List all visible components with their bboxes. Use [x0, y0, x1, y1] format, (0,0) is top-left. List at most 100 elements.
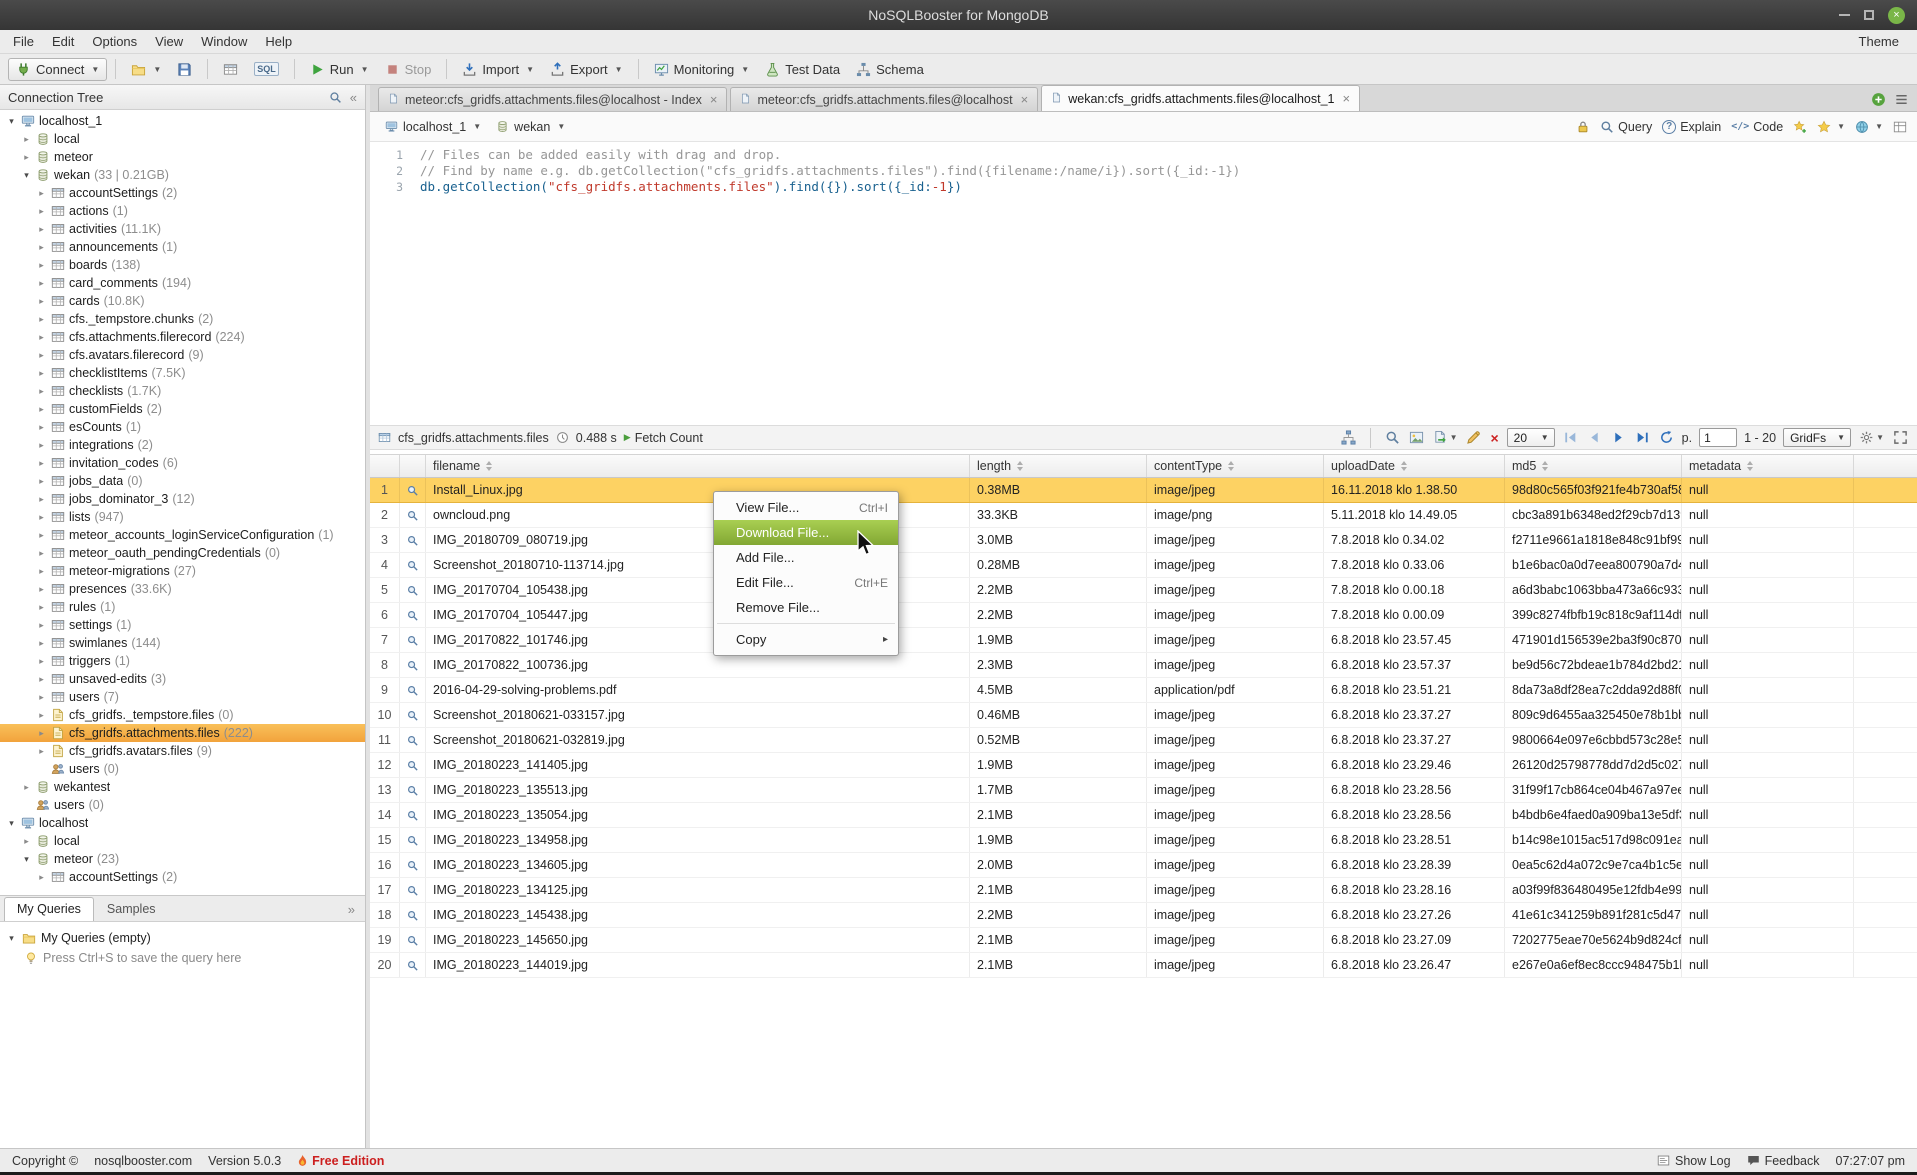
preview-file-icon[interactable] — [400, 503, 426, 527]
save-button[interactable] — [170, 59, 199, 80]
tree-item-local[interactable]: ▸ local — [0, 130, 365, 148]
expander-icon[interactable]: ▸ — [36, 242, 47, 253]
fetch-count-button[interactable]: ▶ Fetch Count — [624, 431, 703, 445]
edit-document-button[interactable] — [1465, 429, 1482, 446]
tree-item-triggers[interactable]: ▸ triggers (1) — [0, 652, 365, 670]
tree-item-activities[interactable]: ▸ activities (11.1K) — [0, 220, 365, 238]
preview-file-icon[interactable] — [400, 878, 426, 902]
table-row[interactable]: 19 IMG_20180223_145650.jpg 2.1MB image/j… — [370, 928, 1917, 953]
tree-item-cfs-gridfs-attachments-files[interactable]: ▸ cfs_gridfs.attachments.files (222) — [0, 724, 365, 742]
sql-button[interactable]: SQL — [247, 59, 286, 79]
favorites-button[interactable]: ▼ — [1817, 120, 1845, 134]
export-results-button[interactable]: ▼ — [1432, 429, 1459, 446]
preview-file-icon[interactable] — [400, 928, 426, 952]
my-queries-root[interactable]: ▾ My Queries (empty) — [6, 928, 365, 948]
test-data-button[interactable]: Test Data — [758, 59, 847, 80]
first-page-button[interactable] — [1562, 429, 1579, 446]
monitoring-button[interactable]: Monitoring ▼ — [647, 59, 757, 80]
context-menu-item-edit-file[interactable]: Edit File... Ctrl+E — [714, 570, 898, 595]
close-tab-icon[interactable]: × — [710, 92, 718, 107]
tree-item-actions[interactable]: ▸ actions (1) — [0, 202, 365, 220]
column-header-filename[interactable]: filename — [426, 455, 970, 477]
expander-icon[interactable]: ▸ — [36, 296, 47, 307]
last-page-button[interactable] — [1634, 429, 1651, 446]
table-row[interactable]: 9 2016-04-29-solving-problems.pdf 4.5MB … — [370, 678, 1917, 703]
expander-icon[interactable]: ▾ — [6, 818, 17, 829]
new-tab-icon[interactable] — [1871, 92, 1886, 107]
stop-button[interactable]: Stop — [378, 59, 439, 80]
expander-icon[interactable]: ▾ — [21, 854, 32, 865]
sidebar-tab-samples[interactable]: Samples — [94, 897, 169, 921]
column-header-contenttype[interactable]: contentType — [1147, 455, 1324, 477]
expander-icon[interactable]: ▸ — [36, 674, 47, 685]
aggregate-button[interactable] — [1340, 429, 1357, 446]
prev-page-button[interactable] — [1586, 429, 1603, 446]
table-row[interactable]: 14 IMG_20180223_135054.jpg 2.1MB image/j… — [370, 803, 1917, 828]
tree-item-unsaved-edits[interactable]: ▸ unsaved-edits (3) — [0, 670, 365, 688]
menu-view[interactable]: View — [146, 30, 192, 53]
table-row[interactable]: 4 Screenshot_20180710-113714.jpg 0.28MB … — [370, 553, 1917, 578]
tree-item-localhost-1[interactable]: ▾ localhost_1 — [0, 112, 365, 130]
table-row[interactable]: 16 IMG_20180223_134605.jpg 2.0MB image/j… — [370, 853, 1917, 878]
view-mode-select[interactable]: GridFs ▼ — [1783, 428, 1851, 447]
page-number-input[interactable] — [1699, 428, 1737, 447]
run-button[interactable]: Run ▼ — [303, 59, 376, 80]
table-row[interactable]: 1 Install_Linux.jpg 0.38MB image/jpeg 16… — [370, 478, 1917, 503]
preview-file-icon[interactable] — [400, 628, 426, 652]
preview-file-icon[interactable] — [400, 478, 426, 502]
expander-icon[interactable]: ▸ — [36, 872, 47, 883]
expander-icon[interactable]: ▸ — [36, 656, 47, 667]
tree-item-presences[interactable]: ▸ presences (33.6K) — [0, 580, 365, 598]
expander-icon[interactable]: ▸ — [36, 620, 47, 631]
tree-item-swimlanes[interactable]: ▸ swimlanes (144) — [0, 634, 365, 652]
expander-icon[interactable]: ▸ — [36, 350, 47, 361]
tree-item-integrations[interactable]: ▸ integrations (2) — [0, 436, 365, 454]
expander-icon[interactable]: ▸ — [36, 314, 47, 325]
menu-options[interactable]: Options — [83, 30, 146, 53]
expander-icon[interactable]: ▸ — [36, 566, 47, 577]
menu-edit[interactable]: Edit — [43, 30, 83, 53]
minimize-icon[interactable] — [1839, 14, 1850, 16]
tree-item-wekantest[interactable]: ▸ wekantest — [0, 778, 365, 796]
tree-item-settings[interactable]: ▸ settings (1) — [0, 616, 365, 634]
tree-item-cfs-gridfs-avatars-files[interactable]: ▸ cfs_gridfs.avatars.files (9) — [0, 742, 365, 760]
expander-icon[interactable]: ▸ — [36, 404, 47, 415]
close-tab-icon[interactable]: × — [1021, 92, 1029, 107]
tree-item-lists[interactable]: ▸ lists (947) — [0, 508, 365, 526]
table-row[interactable]: 8 IMG_20170822_100736.jpg 2.3MB image/jp… — [370, 653, 1917, 678]
export-button[interactable]: Export ▼ — [543, 59, 630, 80]
tree-item-users[interactable]: users (0) — [0, 796, 365, 814]
tree-item-escounts[interactable]: ▸ esCounts (1) — [0, 418, 365, 436]
schema-button[interactable]: Schema — [849, 59, 931, 80]
context-menu-item-view-file[interactable]: View File... Ctrl+I — [714, 495, 898, 520]
tree-item-meteor-migrations[interactable]: ▸ meteor-migrations (27) — [0, 562, 365, 580]
context-menu-item-remove-file[interactable]: Remove File... — [714, 595, 898, 620]
collapse-sidebar-icon[interactable]: « — [350, 90, 357, 105]
tree-item-invitation-codes[interactable]: ▸ invitation_codes (6) — [0, 454, 365, 472]
page-size-select[interactable]: 20 ▼ — [1507, 428, 1555, 447]
add-favorite-button[interactable] — [1793, 120, 1807, 134]
expander-icon[interactable]: ▸ — [36, 692, 47, 703]
expander-icon[interactable]: ▸ — [36, 422, 47, 433]
more-tabs-icon[interactable]: » — [348, 902, 361, 921]
preview-file-icon[interactable] — [400, 653, 426, 677]
expander-icon[interactable]: ▸ — [21, 836, 32, 847]
expander-icon[interactable]: ▸ — [36, 602, 47, 613]
preview-file-icon[interactable] — [400, 703, 426, 727]
search-icon[interactable] — [329, 91, 342, 104]
tree-item-meteor[interactable]: ▾ meteor (23) — [0, 850, 365, 868]
tree-item-cfs-gridfs-tempstore-files[interactable]: ▸ cfs_gridfs._tempstore.files (0) — [0, 706, 365, 724]
preview-file-icon[interactable] — [400, 603, 426, 627]
expander-icon[interactable]: ▸ — [36, 458, 47, 469]
expander-icon[interactable]: ▸ — [36, 260, 47, 271]
tree-item-meteor[interactable]: ▸ meteor — [0, 148, 365, 166]
table-row[interactable]: 18 IMG_20180223_145438.jpg 2.2MB image/j… — [370, 903, 1917, 928]
menu-help[interactable]: Help — [256, 30, 301, 53]
table-row[interactable]: 20 IMG_20180223_144019.jpg 2.1MB image/j… — [370, 953, 1917, 978]
tree-item-cfs-attachments-filerecord[interactable]: ▸ cfs.attachments.filerecord (224) — [0, 328, 365, 346]
expander-icon[interactable]: ▾ — [6, 933, 17, 944]
expander-icon[interactable]: ▸ — [21, 152, 32, 163]
expander-icon[interactable]: ▸ — [36, 548, 47, 559]
context-menu-item-copy[interactable]: Copy ▸ — [714, 627, 898, 652]
tree-item-accountsettings[interactable]: ▸ accountSettings (2) — [0, 184, 365, 202]
